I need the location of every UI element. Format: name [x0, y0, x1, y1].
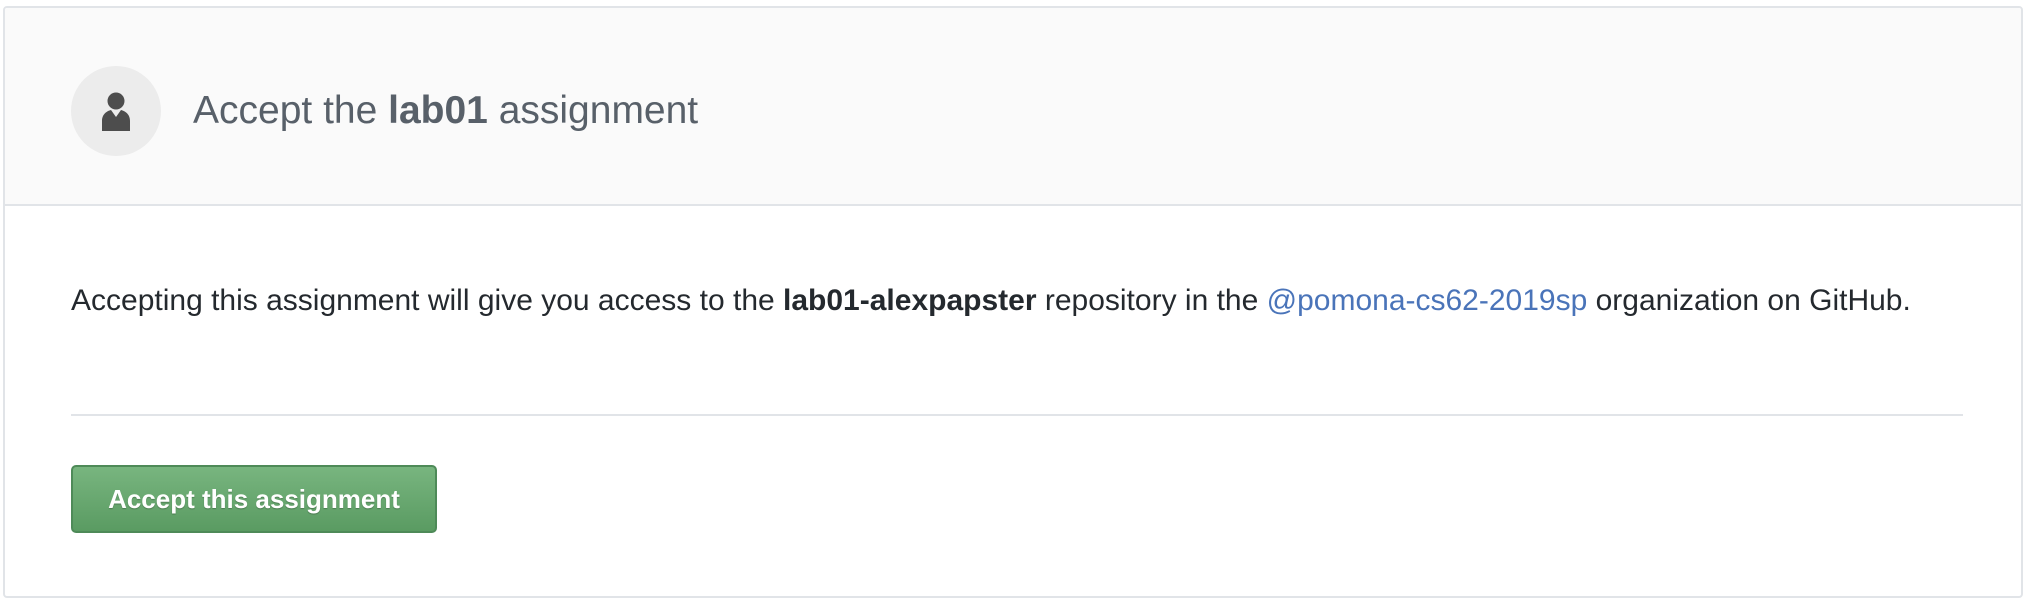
- divider: [71, 414, 1963, 416]
- assignment-card: Accept the lab01 assignment Accepting th…: [3, 6, 2023, 598]
- title-suffix: assignment: [498, 89, 699, 132]
- card-header: Accept the lab01 assignment: [5, 8, 2021, 206]
- accept-assignment-button[interactable]: Accept this assignment: [71, 465, 437, 533]
- page-title: Accept the lab01 assignment: [193, 87, 698, 135]
- assignment-description: Accepting this assignment will give you …: [71, 276, 1971, 325]
- repository-name: lab01-alexpapster: [783, 284, 1037, 317]
- user-silhouette-icon: [102, 92, 130, 131]
- title-prefix: Accept the: [193, 89, 378, 132]
- description-text-3: organization on GitHub.: [1595, 284, 1911, 317]
- organization-link[interactable]: @pomona-cs62-2019sp: [1267, 284, 1588, 317]
- description-text-2: repository in the: [1044, 284, 1259, 317]
- avatar: [71, 66, 161, 156]
- description-text-1: Accepting this assignment will give you …: [71, 284, 775, 317]
- assignment-name: lab01: [388, 89, 488, 132]
